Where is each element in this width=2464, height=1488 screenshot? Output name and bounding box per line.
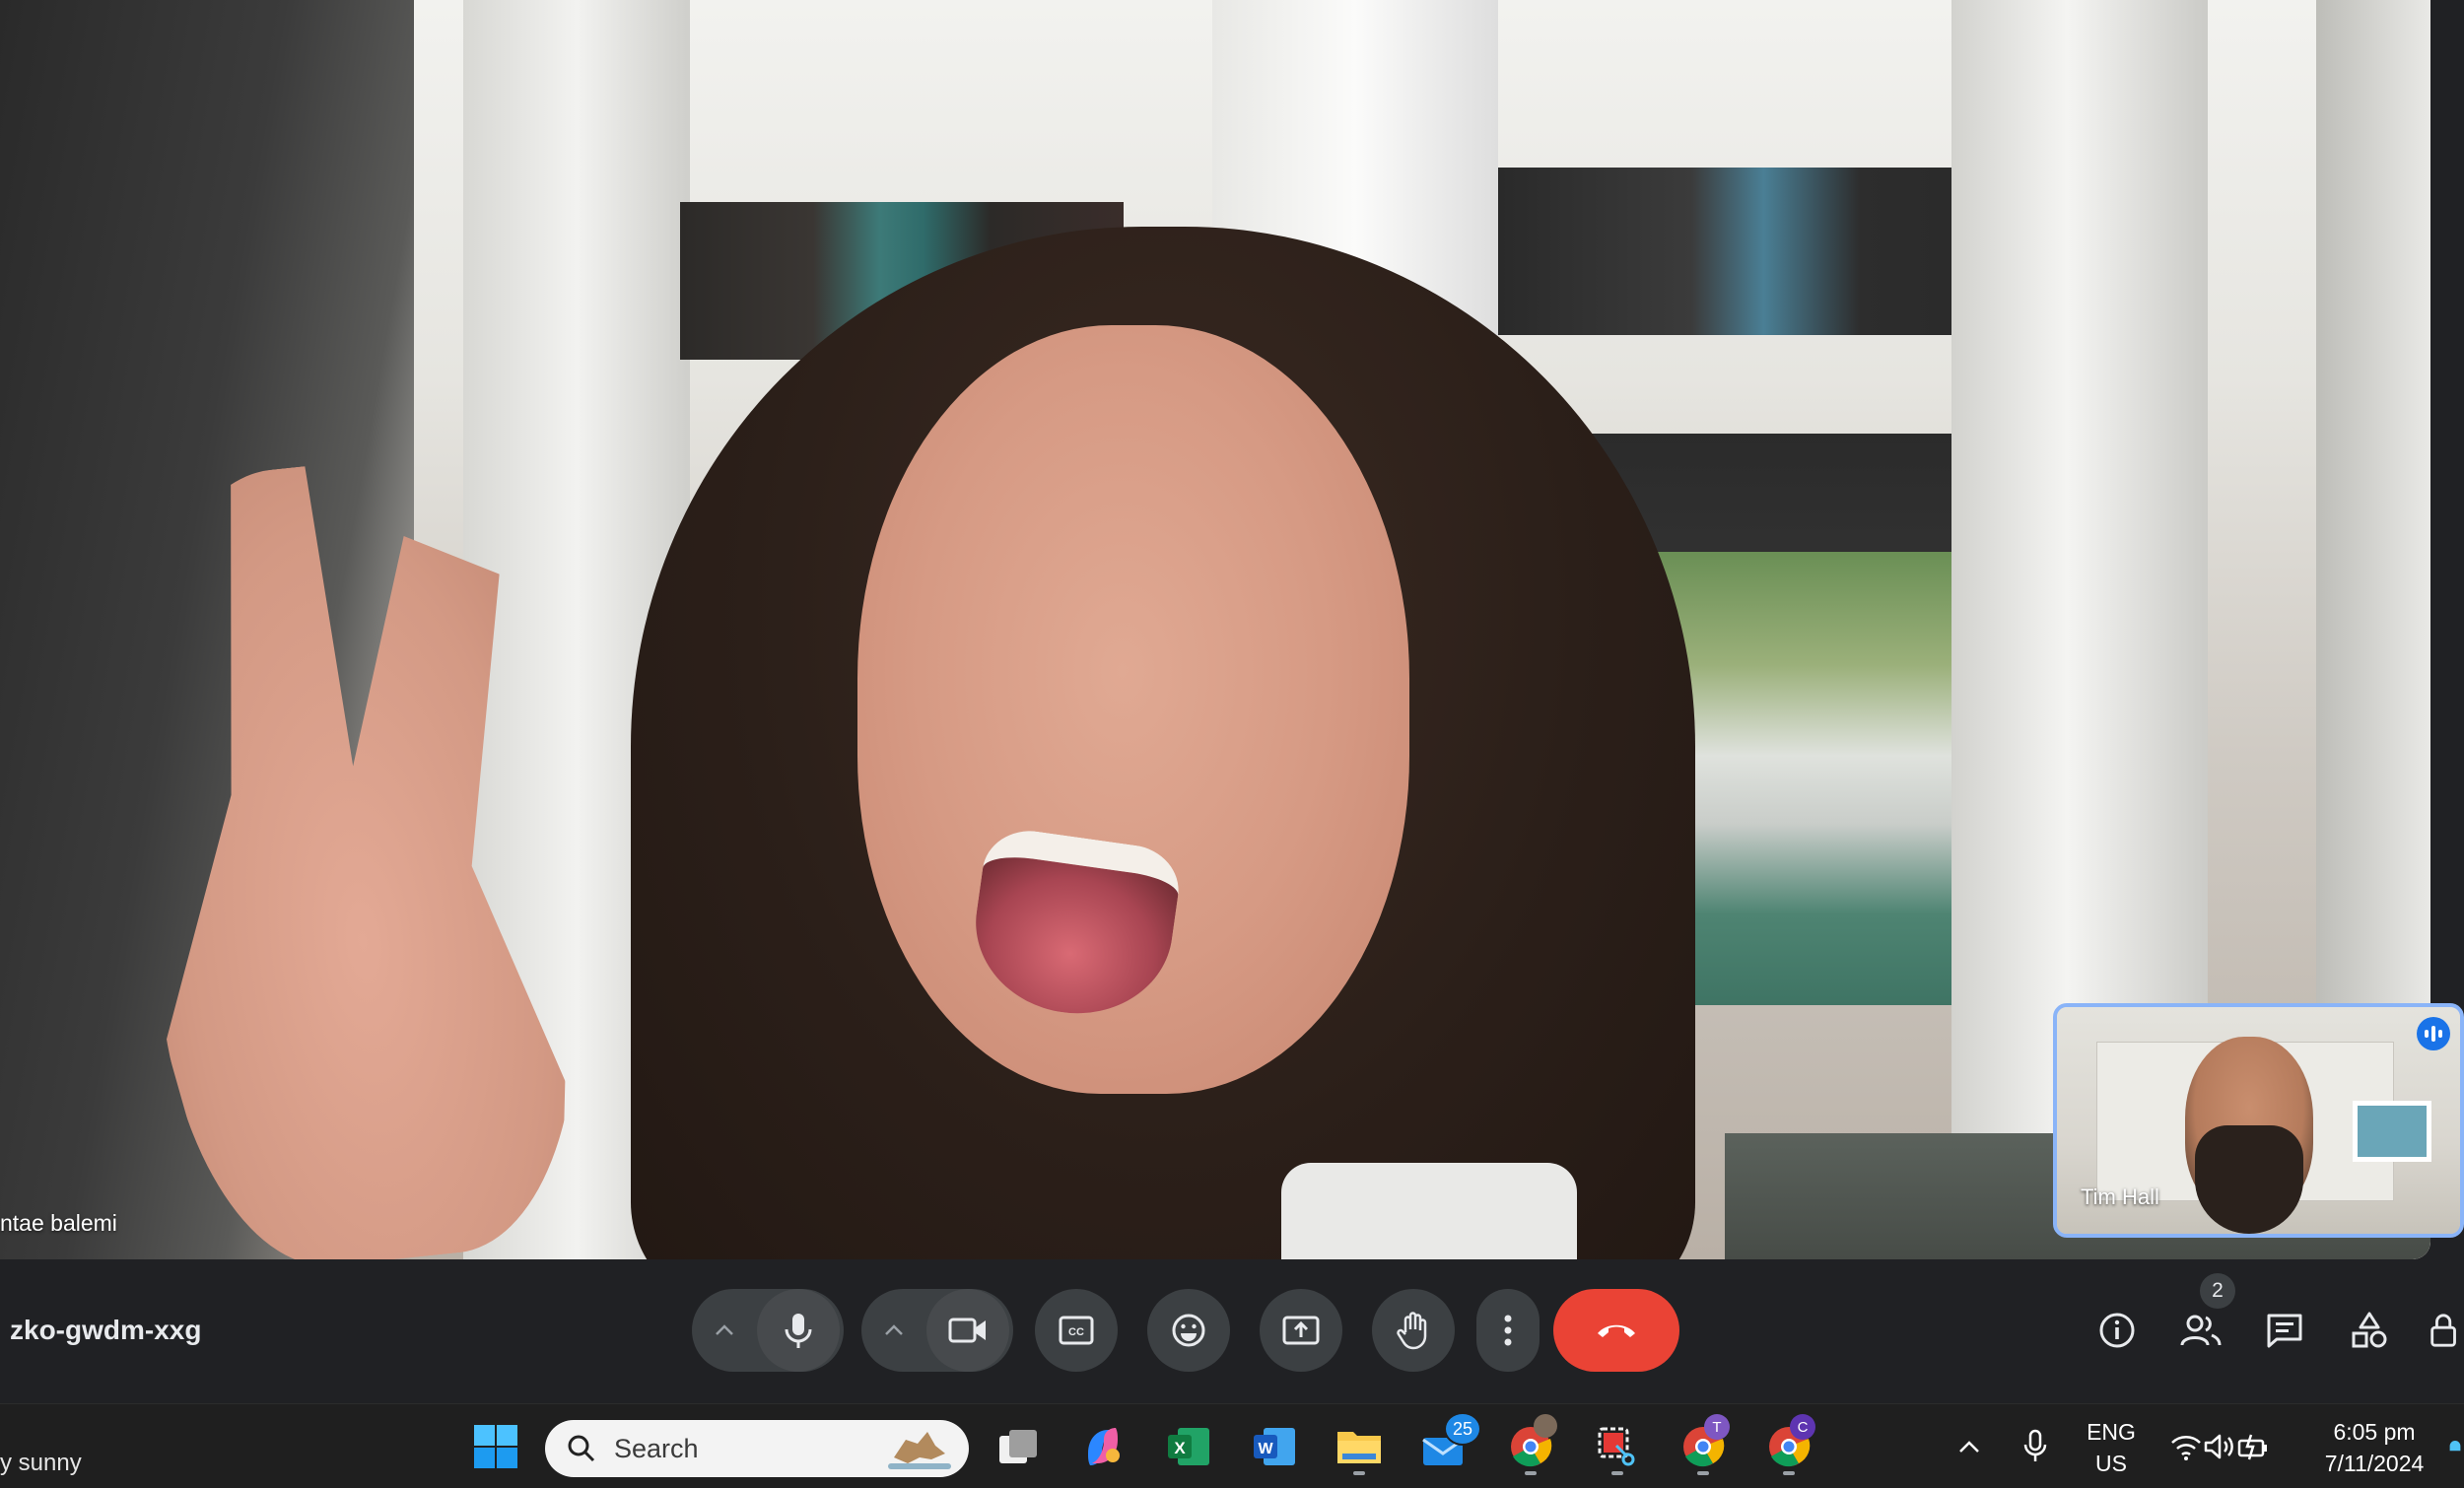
language-code: ENG [2087, 1419, 2136, 1445]
excel-icon: X [1168, 1428, 1209, 1465]
self-view-tile[interactable]: Tim Hall [2053, 1003, 2464, 1238]
chat-button[interactable] [2259, 1305, 2310, 1356]
info-icon [2099, 1313, 2135, 1348]
task-view-icon [999, 1430, 1037, 1463]
people-icon [2180, 1315, 2222, 1346]
running-indicator [1697, 1471, 1709, 1475]
present-screen-icon [1282, 1316, 1320, 1345]
mic-control-group [692, 1289, 844, 1372]
shapes-icon [2352, 1312, 2387, 1348]
running-indicator [1353, 1471, 1365, 1475]
self-participant-name: Tim Hall [2081, 1184, 2159, 1209]
wifi-icon [2171, 1436, 2201, 1460]
chrome-profile-badge: T [1704, 1414, 1730, 1440]
notifications-button[interactable] [2446, 1418, 2464, 1475]
chrome-profile-t-button[interactable]: T [1675, 1414, 1732, 1475]
audio-wave-icon [2417, 1017, 2450, 1050]
copilot-button[interactable] [1074, 1418, 1131, 1475]
copilot-icon [1088, 1428, 1120, 1465]
mail-button[interactable]: 25 [1416, 1412, 1481, 1475]
microphone-in-use-button[interactable] [2011, 1418, 2060, 1475]
search-icon [568, 1435, 595, 1462]
meeting-info-button[interactable] [2091, 1305, 2143, 1356]
mail-unread-badge: 25 [1444, 1412, 1481, 1446]
show-hidden-icons-button[interactable] [1950, 1418, 1989, 1475]
present-screen-button[interactable] [1260, 1289, 1342, 1372]
word-button[interactable]: W [1246, 1418, 1303, 1475]
meeting-code: zko-gwdm-xxg [10, 1315, 202, 1345]
weather-widget[interactable]: y sunny [0, 1450, 82, 1477]
word-icon: W [1254, 1428, 1295, 1465]
task-view-button[interactable] [990, 1418, 1047, 1475]
microphone-button[interactable] [757, 1289, 840, 1372]
meeting-control-bar: zko-gwdm-xxg CC 2 [0, 1259, 2464, 1403]
windows-taskbar: y sunny Search X W 25 T C ENG US 6:05 pm… [0, 1403, 2464, 1488]
battery-charging-icon [2237, 1434, 2267, 1460]
notification-bell-icon [2449, 1441, 2461, 1452]
captions-button[interactable]: CC [1035, 1289, 1118, 1372]
search-highlight-icon [888, 1432, 951, 1469]
video-camera-icon [948, 1318, 986, 1343]
closed-captions-icon: CC [1059, 1316, 1094, 1345]
camera-options-caret[interactable] [861, 1289, 926, 1372]
chrome-profile-avatar [1534, 1414, 1557, 1438]
excel-button[interactable]: X [1160, 1418, 1217, 1475]
microphone-icon [785, 1314, 812, 1348]
activities-button[interactable] [2344, 1305, 2395, 1356]
chat-icon [2267, 1314, 2302, 1348]
chevron-up-icon [885, 1324, 903, 1335]
emoji-smile-icon [1172, 1314, 1205, 1347]
camera-control-group [861, 1289, 1013, 1372]
raise-hand-icon [1397, 1312, 1427, 1350]
start-button[interactable] [467, 1418, 524, 1475]
chrome-button[interactable] [1502, 1414, 1559, 1475]
running-indicator [1611, 1471, 1623, 1475]
svg-text:CC: CC [1068, 1326, 1084, 1338]
quick-settings-button[interactable] [2160, 1418, 2279, 1475]
svg-text:W: W [1258, 1441, 1273, 1457]
snipping-tool-icon [1598, 1427, 1635, 1466]
people-button[interactable] [2175, 1305, 2226, 1356]
svg-text:X: X [1174, 1439, 1186, 1457]
camera-button[interactable] [926, 1289, 1009, 1372]
chrome-profile-badge: C [1790, 1414, 1815, 1440]
region-code: US [2095, 1451, 2127, 1476]
taskbar-search[interactable]: Search [545, 1420, 969, 1477]
more-options-button[interactable] [1476, 1289, 1540, 1372]
clock-date: 7/11/2024 [2324, 1451, 2425, 1476]
chrome-profile-c-button[interactable]: C [1760, 1414, 1817, 1475]
search-placeholder: Search [614, 1433, 699, 1463]
reactions-button[interactable] [1147, 1289, 1230, 1372]
file-explorer-button[interactable] [1331, 1418, 1388, 1475]
microphone-icon [2023, 1429, 2047, 1461]
windows-logo-icon [474, 1425, 517, 1468]
snipping-tool-button[interactable] [1589, 1418, 1646, 1475]
leave-call-button[interactable] [1553, 1289, 1679, 1372]
language-indicator[interactable]: ENG US [2074, 1416, 2149, 1479]
clock[interactable]: 6:05 pm 7/11/2024 [2306, 1416, 2442, 1479]
participant-shirt [1281, 1163, 1577, 1259]
mic-options-caret[interactable] [692, 1289, 757, 1372]
folder-icon [1337, 1432, 1381, 1463]
raise-hand-button[interactable] [1372, 1289, 1455, 1372]
self-view-beard [2195, 1125, 2303, 1234]
video-laundry [1498, 168, 1981, 335]
more-vertical-icon [1504, 1315, 1512, 1346]
people-count-badge: 2 [2200, 1273, 2235, 1309]
host-controls-button[interactable] [2427, 1305, 2464, 1356]
chevron-up-icon [1959, 1441, 1979, 1453]
main-participant-name: ntae balemi [0, 1210, 117, 1236]
self-view-picture-frame [2353, 1101, 2431, 1162]
running-indicator [1525, 1471, 1537, 1475]
running-indicator [1783, 1471, 1795, 1475]
hang-up-icon [1598, 1324, 1635, 1337]
lock-person-icon [2430, 1314, 2456, 1347]
volume-icon [2204, 1434, 2233, 1459]
clock-time: 6:05 pm [2333, 1419, 2416, 1445]
chevron-up-icon [716, 1324, 733, 1335]
